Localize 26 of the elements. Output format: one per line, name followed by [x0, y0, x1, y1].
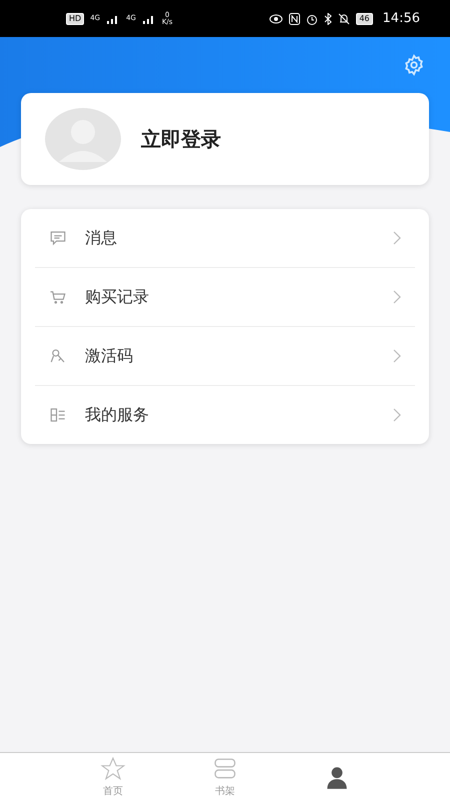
key-icon [49, 347, 67, 365]
message-icon [49, 229, 67, 247]
chevron-icon [393, 231, 401, 245]
chevron-icon [393, 290, 401, 304]
hd-indicator: HD [66, 12, 84, 24]
list-icon [49, 406, 67, 424]
chevron-icon [393, 349, 401, 363]
eye-icon [269, 14, 284, 24]
battery-indicator: 46 [356, 12, 373, 24]
bluetooth-icon [324, 12, 332, 24]
nfc-icon [289, 12, 300, 24]
signal-icon [142, 14, 156, 24]
mute-icon [338, 12, 350, 24]
clock-time: 14:56 [382, 11, 420, 26]
cart-icon [49, 288, 67, 306]
avatar-icon [45, 108, 121, 170]
menu-item[interactable]: 激活码 [35, 326, 415, 385]
menu-item[interactable]: 购买记录 [35, 267, 415, 326]
alarm-icon [306, 12, 318, 24]
settings-icon[interactable] [403, 54, 425, 76]
menu-item[interactable]: 我的服务 [35, 385, 415, 444]
login-label[interactable]: 立即登录 [141, 126, 221, 152]
menu-item[interactable]: 消息 [35, 209, 415, 267]
star-icon [99, 756, 127, 782]
profile-card[interactable]: 立即登录 [21, 93, 429, 185]
chevron-icon [393, 408, 401, 422]
